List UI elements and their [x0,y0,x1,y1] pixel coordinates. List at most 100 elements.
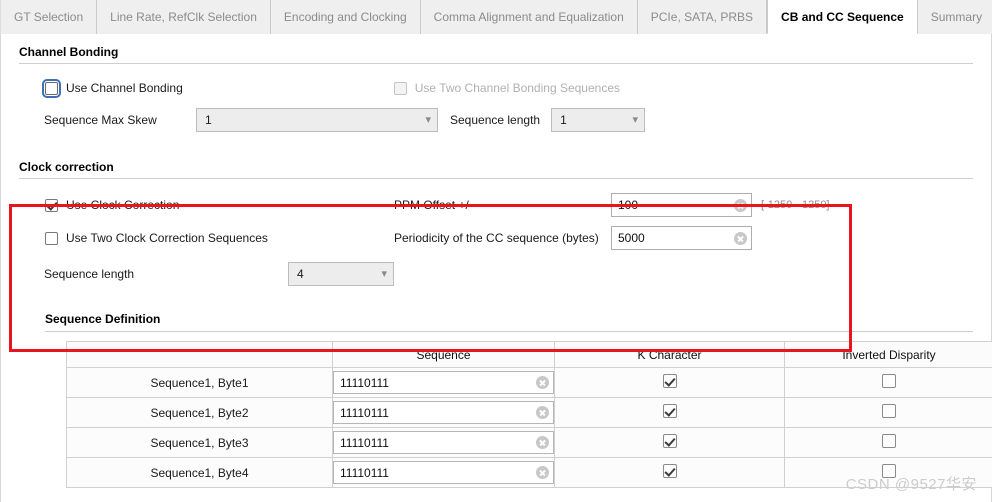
inverted-disparity-checkbox[interactable] [882,374,896,388]
page-body: Channel Bonding Use Channel Bonding Use … [0,34,992,502]
row-label: Sequence1, Byte3 [67,428,333,458]
cb-sequence-length-value: 1 [560,113,567,127]
periodicity-input[interactable]: 5000 [611,226,752,250]
use-two-clock-correction-sequences-checkbox[interactable]: Use Two Clock Correction Sequences [45,231,394,245]
clock-correction-section: Clock correction Use Clock Correction PP… [1,160,991,286]
tab-bar: GT Selection Line Rate, RefClk Selection… [0,0,992,34]
sequence-cell[interactable]: 11110111 [333,398,555,428]
ppm-offset-label: PPM Offset +/- [394,198,611,212]
row-label: Sequence1, Byte2 [67,398,333,428]
inverted-disparity-checkbox[interactable] [882,404,896,418]
tab-line-rate-refclk-selection[interactable]: Line Rate, RefClk Selection [97,0,271,34]
clock-correction-divider [19,178,973,179]
sequence-max-skew-select[interactable]: 1 ▾ [196,108,438,132]
k-character-cell[interactable] [555,458,785,488]
sequence-value: 11110111 [340,466,389,480]
use-two-channel-bonding-sequences-label: Use Two Channel Bonding Sequences [415,81,620,95]
tab-label: GT Selection [14,10,83,24]
row-label: Sequence1, Byte4 [67,458,333,488]
column-header-k-character: K Character [555,342,785,368]
sequence-input[interactable]: 11110111 [333,371,554,394]
clear-icon[interactable] [536,406,549,419]
checkbox-icon[interactable] [45,82,58,95]
channel-bonding-section: Channel Bonding Use Channel Bonding Use … [1,34,991,132]
cc-sequence-length-select[interactable]: 4 ▾ [288,262,394,286]
row-label: Sequence1, Byte1 [67,368,333,398]
tab-label: Encoding and Clocking [284,10,407,24]
checkbox-icon[interactable] [45,232,58,245]
sequence-input[interactable]: 11110111 [333,401,554,424]
sequence-input[interactable]: 11110111 [333,461,554,484]
sequence-cell[interactable]: 11110111 [333,368,555,398]
sequence-definition-title: Sequence Definition [1,312,991,326]
periodicity-value: 5000 [618,231,645,245]
ppm-offset-value: 100 [618,198,638,212]
use-clock-correction-label: Use Clock Correction [66,198,179,212]
clear-icon[interactable] [536,436,549,449]
clear-icon[interactable] [734,199,747,212]
use-clock-correction-checkbox[interactable]: Use Clock Correction [45,198,394,212]
chevron-down-icon: ▾ [633,115,639,126]
periodicity-label: Periodicity of the CC sequence (bytes) [394,231,611,245]
table-row: Sequence1, Byte1 11110111 [67,368,992,398]
sequence-max-skew-label: Sequence Max Skew [44,113,196,127]
clear-icon[interactable] [536,376,549,389]
clear-icon[interactable] [536,466,549,479]
clock-correction-title: Clock correction [1,160,991,174]
clear-icon[interactable] [734,232,747,245]
k-character-checkbox[interactable] [663,464,677,478]
checkbox-icon[interactable] [45,199,58,212]
k-character-checkbox[interactable] [663,404,677,418]
checkbox-icon [394,82,407,95]
sequence-definition-divider [45,331,973,332]
cb-sequence-length-select[interactable]: 1 ▾ [551,108,645,132]
chevron-down-icon: ▾ [425,115,431,126]
inverted-disparity-cell[interactable] [785,428,992,458]
cc-sequence-length-value: 4 [297,267,304,281]
channel-bonding-title: Channel Bonding [1,45,991,59]
tab-comma-alignment-and-equalization[interactable]: Comma Alignment and Equalization [421,0,638,34]
inverted-disparity-cell[interactable] [785,398,992,428]
table-row: Sequence1, Byte3 11110111 [67,428,992,458]
tab-gt-selection[interactable]: GT Selection [0,0,97,34]
sequence-max-skew-value: 1 [205,113,212,127]
tab-label: Comma Alignment and Equalization [434,10,624,24]
tab-pcie-sata-prbs[interactable]: PCIe, SATA, PRBS [638,0,767,34]
tab-label: PCIe, SATA, PRBS [651,10,753,24]
sequence-value: 11110111 [340,406,389,420]
ppm-offset-range-hint: [-1250 - 1250] [761,199,830,211]
use-channel-bonding-checkbox[interactable]: Use Channel Bonding [45,81,183,95]
k-character-cell[interactable] [555,368,785,398]
tab-summary[interactable]: Summary [918,0,992,34]
sequence-cell[interactable]: 11110111 [333,428,555,458]
sequence-cell[interactable]: 11110111 [333,458,555,488]
table-row: Sequence1, Byte2 11110111 [67,398,992,428]
chevron-down-icon: ▾ [381,269,387,280]
k-character-cell[interactable] [555,428,785,458]
inverted-disparity-checkbox[interactable] [882,434,896,448]
k-character-checkbox[interactable] [663,374,677,388]
cb-sequence-length-label: Sequence length [450,113,540,127]
cc-sequence-length-label: Sequence length [44,267,288,281]
tab-label: Line Rate, RefClk Selection [110,10,257,24]
k-character-cell[interactable] [555,398,785,428]
tab-label: Summary [931,10,982,24]
inverted-disparity-cell[interactable] [785,368,992,398]
sequence-definition-table: Sequence K Character Inverted Disparity … [66,341,992,488]
column-header-name [67,342,333,368]
sequence-input[interactable]: 11110111 [333,431,554,454]
table-header-row: Sequence K Character Inverted Disparity [67,342,992,368]
channel-bonding-divider [19,63,973,64]
sequence-definition-section: Sequence Definition Sequence K Character… [1,312,991,488]
use-two-clock-correction-sequences-label: Use Two Clock Correction Sequences [66,231,268,245]
sequence-value: 11110111 [340,436,389,450]
tab-cb-and-cc-sequence[interactable]: CB and CC Sequence [767,0,918,34]
use-two-channel-bonding-sequences-checkbox: Use Two Channel Bonding Sequences [394,81,620,95]
watermark: CSDN @9527华安 [846,473,977,494]
ppm-offset-input[interactable]: 100 [611,193,752,217]
tab-encoding-and-clocking[interactable]: Encoding and Clocking [271,0,421,34]
use-channel-bonding-label: Use Channel Bonding [66,81,183,95]
k-character-checkbox[interactable] [663,434,677,448]
tab-label: CB and CC Sequence [781,10,904,24]
column-header-sequence: Sequence [333,342,555,368]
